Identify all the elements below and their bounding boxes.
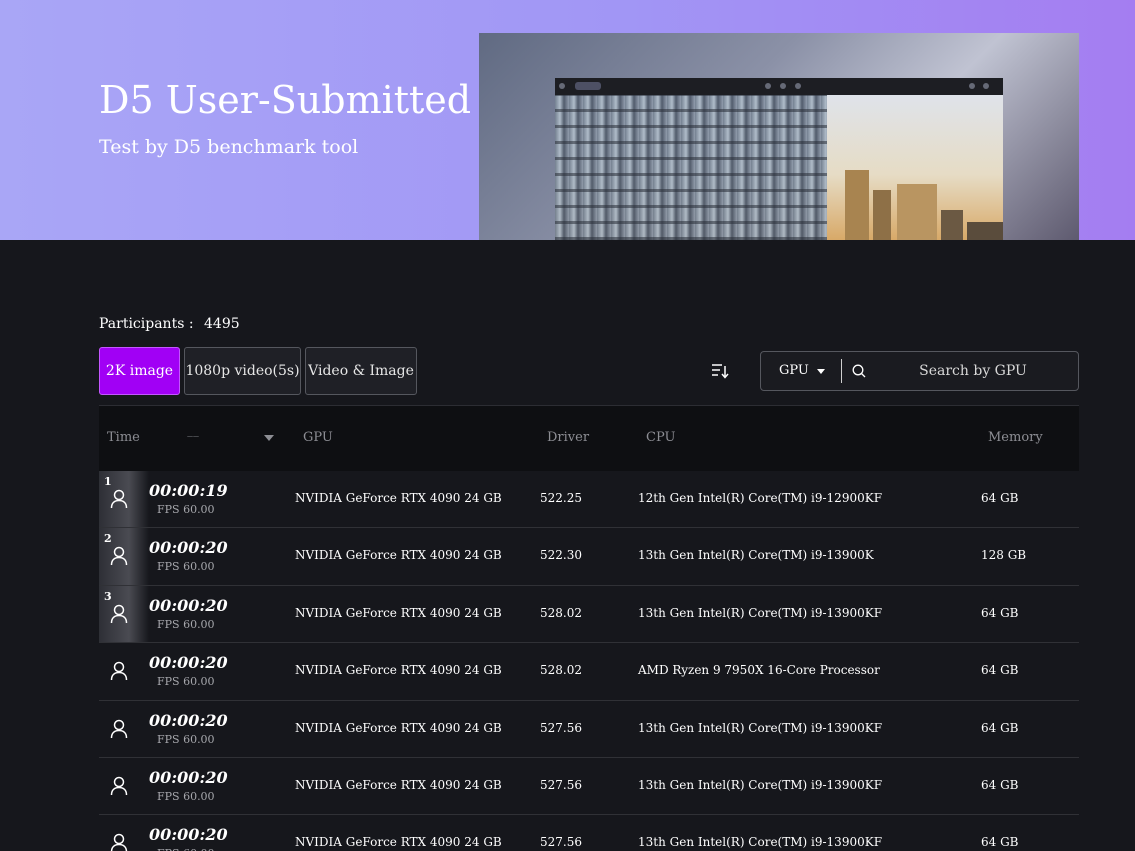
driver-cell: 527.56 (540, 835, 582, 850)
cpu-cell: 13th Gen Intel(R) Core(TM) i9-13900KF (638, 777, 883, 792)
driver-cell: 528.02 (540, 605, 582, 620)
gpu-cell: NVIDIA GeForce RTX 4090 24 GB (295, 835, 502, 850)
rank-number: 2 (104, 532, 112, 546)
column-header-driver: Driver (547, 430, 590, 445)
user-icon (110, 719, 128, 739)
hero-banner: D5 User-Submitted Results Test by D5 ben… (0, 0, 1135, 240)
table-row[interactable]: 00:00:20 FPS 60.00 NVIDIA GeForce RTX 4090… (99, 815, 1079, 851)
sort-descending-icon[interactable] (711, 363, 729, 379)
render-time: 00:00:20 (149, 767, 228, 787)
results-table-body: 1 00:00:19 FPS 60.00 NVIDIA GeForce RTX 409… (99, 471, 1079, 851)
memory-cell: 64 GB (981, 835, 1019, 850)
render-time: 00:00:20 (149, 538, 228, 558)
cpu-cell: 13th Gen Intel(R) Core(TM) i9-13900KF (638, 835, 883, 850)
cpu-cell: 13th Gen Intel(R) Core(TM) i9-13900KF (638, 720, 883, 735)
column-header-cpu: CPU (646, 430, 676, 445)
search-field-select[interactable]: GPU (779, 363, 809, 378)
memory-cell: 64 GB (981, 491, 1019, 505)
user-icon (110, 489, 128, 509)
gpu-cell: NVIDIA GeForce RTX 4090 24 GB (295, 548, 502, 563)
search-divider (841, 359, 842, 383)
hero-screenshot-image (479, 33, 1079, 240)
app-preview-window (555, 78, 1003, 240)
search-input[interactable] (873, 356, 1073, 386)
cpu-cell: 13th Gen Intel(R) Core(TM) i9-13900KF (638, 605, 883, 620)
user-icon (110, 776, 128, 796)
fps-value: FPS 60.00 (157, 617, 215, 631)
time-sort-indicator: —— (187, 433, 199, 440)
driver-cell: 527.56 (540, 777, 582, 792)
user-icon (110, 833, 128, 851)
column-header-gpu: GPU (303, 430, 333, 445)
driver-cell: 522.30 (540, 548, 582, 563)
participants-label: Participants : (99, 316, 194, 332)
chevron-down-icon[interactable] (817, 369, 825, 374)
table-row[interactable]: 00:00:20 FPS 60.00 NVIDIA GeForce RTX 4090… (99, 758, 1079, 816)
table-row[interactable]: 00:00:20 FPS 60.00 NVIDIA GeForce RTX 4090… (99, 643, 1079, 701)
tab-video-and-image[interactable]: Video & Image (305, 347, 417, 395)
participants-value: 4495 (204, 316, 240, 332)
table-header: Time —— GPU Driver CPU Memory (99, 405, 1079, 471)
participants-count: Participants : 4495 (99, 316, 240, 332)
chevron-down-icon[interactable] (264, 435, 274, 441)
table-row[interactable]: 00:00:20 FPS 60.00 NVIDIA GeForce RTX 4090… (99, 701, 1079, 758)
cpu-cell: 12th Gen Intel(R) Core(TM) i9-12900KF (638, 491, 883, 505)
column-header-time[interactable]: Time (107, 430, 140, 445)
tab-2k-image[interactable]: 2K image (99, 347, 180, 395)
table-row[interactable]: 1 00:00:19 FPS 60.00 NVIDIA GeForce RTX 409… (99, 471, 1079, 529)
user-icon (110, 604, 128, 624)
gpu-cell: NVIDIA GeForce RTX 4090 24 GB (295, 777, 502, 792)
driver-cell: 522.25 (540, 491, 582, 505)
search-icon (852, 364, 866, 378)
render-time: 00:00:20 (149, 595, 228, 615)
driver-cell: 527.56 (540, 720, 582, 735)
search-bar: GPU (760, 351, 1079, 391)
cpu-cell: AMD Ryzen 9 7950X 16-Core Processor (638, 663, 880, 678)
column-header-memory: Memory (988, 430, 1043, 445)
render-time: 00:00:20 (149, 653, 228, 673)
render-time: 00:00:20 (149, 710, 228, 730)
fps-value: FPS 60.00 (157, 732, 215, 746)
memory-cell: 64 GB (981, 777, 1019, 792)
table-row[interactable]: 2 00:00:20 FPS 60.00 NVIDIA GeForce RTX 409… (99, 528, 1079, 586)
driver-cell: 528.02 (540, 663, 582, 678)
fps-value: FPS 60.00 (157, 675, 215, 689)
fps-value: FPS 60.00 (157, 847, 215, 851)
fps-value: FPS 60.00 (157, 503, 215, 516)
fps-value: FPS 60.00 (157, 560, 215, 574)
memory-cell: 64 GB (981, 720, 1019, 735)
fps-value: FPS 60.00 (157, 789, 215, 803)
gpu-cell: NVIDIA GeForce RTX 4090 24 GB (295, 720, 502, 735)
tab-1080p-video[interactable]: 1080p video(5s) (184, 347, 301, 395)
render-time: 00:00:20 (149, 825, 228, 845)
memory-cell: 128 GB (981, 548, 1027, 563)
rank-number: 1 (104, 475, 112, 488)
rank-number: 3 (104, 589, 112, 603)
gpu-cell: NVIDIA GeForce RTX 4090 24 GB (295, 663, 502, 678)
gpu-cell: NVIDIA GeForce RTX 4090 24 GB (295, 605, 502, 620)
page-subtitle: Test by D5 benchmark tool (99, 136, 359, 158)
user-icon (110, 546, 128, 566)
memory-cell: 64 GB (981, 605, 1019, 620)
render-time: 00:00:19 (149, 481, 228, 500)
gpu-cell: NVIDIA GeForce RTX 4090 24 GB (295, 491, 502, 505)
table-row[interactable]: 3 00:00:20 FPS 60.00 NVIDIA GeForce RTX 409… (99, 585, 1079, 644)
memory-cell: 64 GB (981, 663, 1019, 678)
user-icon (110, 661, 128, 681)
cpu-cell: 13th Gen Intel(R) Core(TM) i9-13900K (638, 548, 874, 563)
